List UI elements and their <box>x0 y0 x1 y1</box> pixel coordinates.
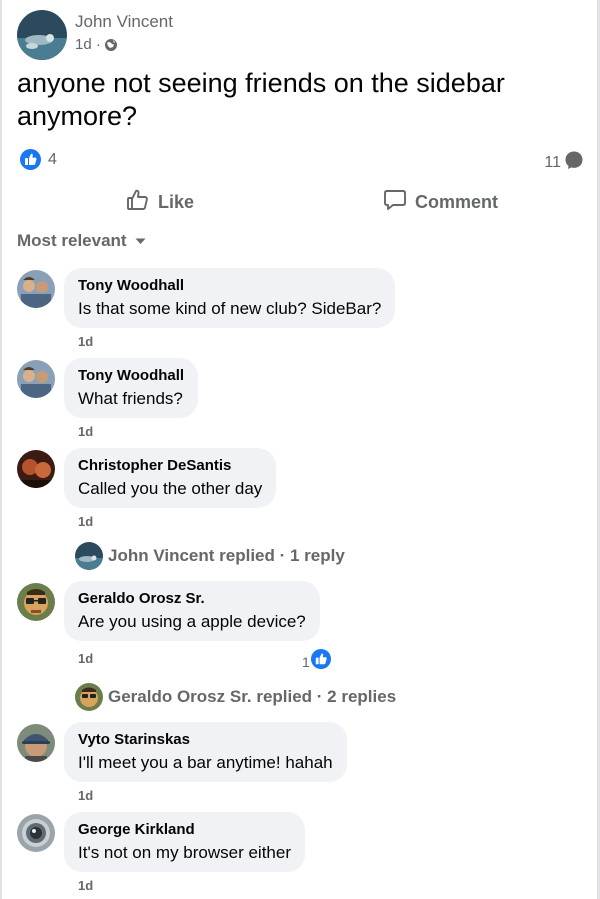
comment-text: I'll meet you a bar anytime! hahah <box>78 753 333 772</box>
comments-count[interactable]: 11 <box>544 150 584 175</box>
replier-avatar <box>75 683 103 711</box>
comment-author[interactable]: Tony Woodhall <box>78 366 184 386</box>
like-reaction-icon <box>310 649 331 674</box>
comment-button[interactable]: Comment <box>383 188 498 217</box>
sort-label: Most relevant <box>17 231 127 250</box>
post-timestamp[interactable]: 1d · <box>75 36 101 53</box>
comment-count-number: 11 <box>544 153 561 171</box>
replier-avatar <box>75 542 103 570</box>
post-author-avatar[interactable] <box>17 10 67 60</box>
left-border <box>0 0 2 899</box>
comment-bubble: Vyto Starinskas I'll meet you a bar anyt… <box>64 722 347 782</box>
comment-timestamp[interactable]: 1d <box>78 788 93 803</box>
comment-author[interactable]: George Kirkland <box>78 820 291 840</box>
reply-summary: John Vincent replied · 1 reply <box>108 546 345 565</box>
comment-bubble: Geraldo Orosz Sr. Are you using a apple … <box>64 581 320 641</box>
comment-like-number: 1 <box>302 653 310 670</box>
comment-timestamp[interactable]: 1d <box>78 651 93 666</box>
comment-author[interactable]: Tony Woodhall <box>78 276 381 296</box>
commenter-avatar[interactable] <box>17 814 55 852</box>
comment: George Kirkland It's not on my browser e… <box>17 812 305 872</box>
post-header: John Vincent 1d · <box>17 10 173 60</box>
reactions-summary[interactable]: 4 <box>20 149 57 170</box>
comment: Vyto Starinskas I'll meet you a bar anyt… <box>17 722 347 782</box>
globe-icon <box>104 38 118 52</box>
caret-down-icon <box>135 232 146 250</box>
comment-timestamp[interactable]: 1d <box>78 514 93 529</box>
comment-label: Comment <box>415 192 499 212</box>
commenter-avatar[interactable] <box>17 583 55 621</box>
comment-timestamp[interactable]: 1d <box>78 878 93 893</box>
commenter-avatar[interactable] <box>17 724 55 762</box>
like-reaction-icon <box>20 149 41 170</box>
comment-text: Is that some kind of new club? SideBar? <box>78 299 382 318</box>
comment-author[interactable]: Vyto Starinskas <box>78 730 333 750</box>
reply-summary: Geraldo Orosz Sr. replied · 2 replies <box>108 687 397 706</box>
comment: Tony Woodhall Is that some kind of new c… <box>17 268 396 328</box>
like-label: Like <box>158 192 195 212</box>
commenter-avatar[interactable] <box>17 360 55 398</box>
comment-reaction-count[interactable]: 1 <box>302 649 331 674</box>
thumbs-up-icon <box>126 188 150 217</box>
comment-text: Called you the other day <box>78 479 263 498</box>
commenter-avatar[interactable] <box>17 270 55 308</box>
comment: Christopher DeSantis Called you the othe… <box>17 448 277 508</box>
comment-bubble-icon <box>564 150 584 175</box>
comment: Geraldo Orosz Sr. Are you using a apple … <box>17 581 320 641</box>
comment-author[interactable]: Christopher DeSantis <box>78 456 262 476</box>
like-button[interactable]: Like <box>126 188 194 217</box>
comment-bubble: Tony Woodhall Is that some kind of new c… <box>64 268 396 328</box>
comment-icon <box>383 188 407 217</box>
view-replies-link[interactable]: Geraldo Orosz Sr. replied · 2 replies <box>75 683 396 711</box>
comment-bubble: Tony Woodhall What friends? <box>64 358 199 418</box>
comment-text: Are you using a apple device? <box>78 612 306 631</box>
comment-text: What friends? <box>78 389 183 408</box>
like-count: 4 <box>48 150 57 168</box>
commenter-avatar[interactable] <box>17 450 55 488</box>
comment-sort-dropdown[interactable]: Most relevant <box>17 231 146 251</box>
view-replies-link[interactable]: John Vincent replied · 1 reply <box>75 542 345 570</box>
comment-bubble: Christopher DeSantis Called you the othe… <box>64 448 277 508</box>
comment-author[interactable]: Geraldo Orosz Sr. <box>78 589 306 609</box>
comment-bubble: George Kirkland It's not on my browser e… <box>64 812 305 872</box>
post-author-name[interactable]: John Vincent <box>75 12 173 32</box>
comment-timestamp[interactable]: 1d <box>78 334 93 349</box>
post-page: John Vincent 1d · anyone not seeing frie… <box>0 0 600 899</box>
comment-text: It's not on my browser either <box>78 843 291 862</box>
comment-timestamp[interactable]: 1d <box>78 424 93 439</box>
post-text: anyone not seeing friends on the sidebar… <box>17 68 505 131</box>
comment: Tony Woodhall What friends? <box>17 358 199 418</box>
